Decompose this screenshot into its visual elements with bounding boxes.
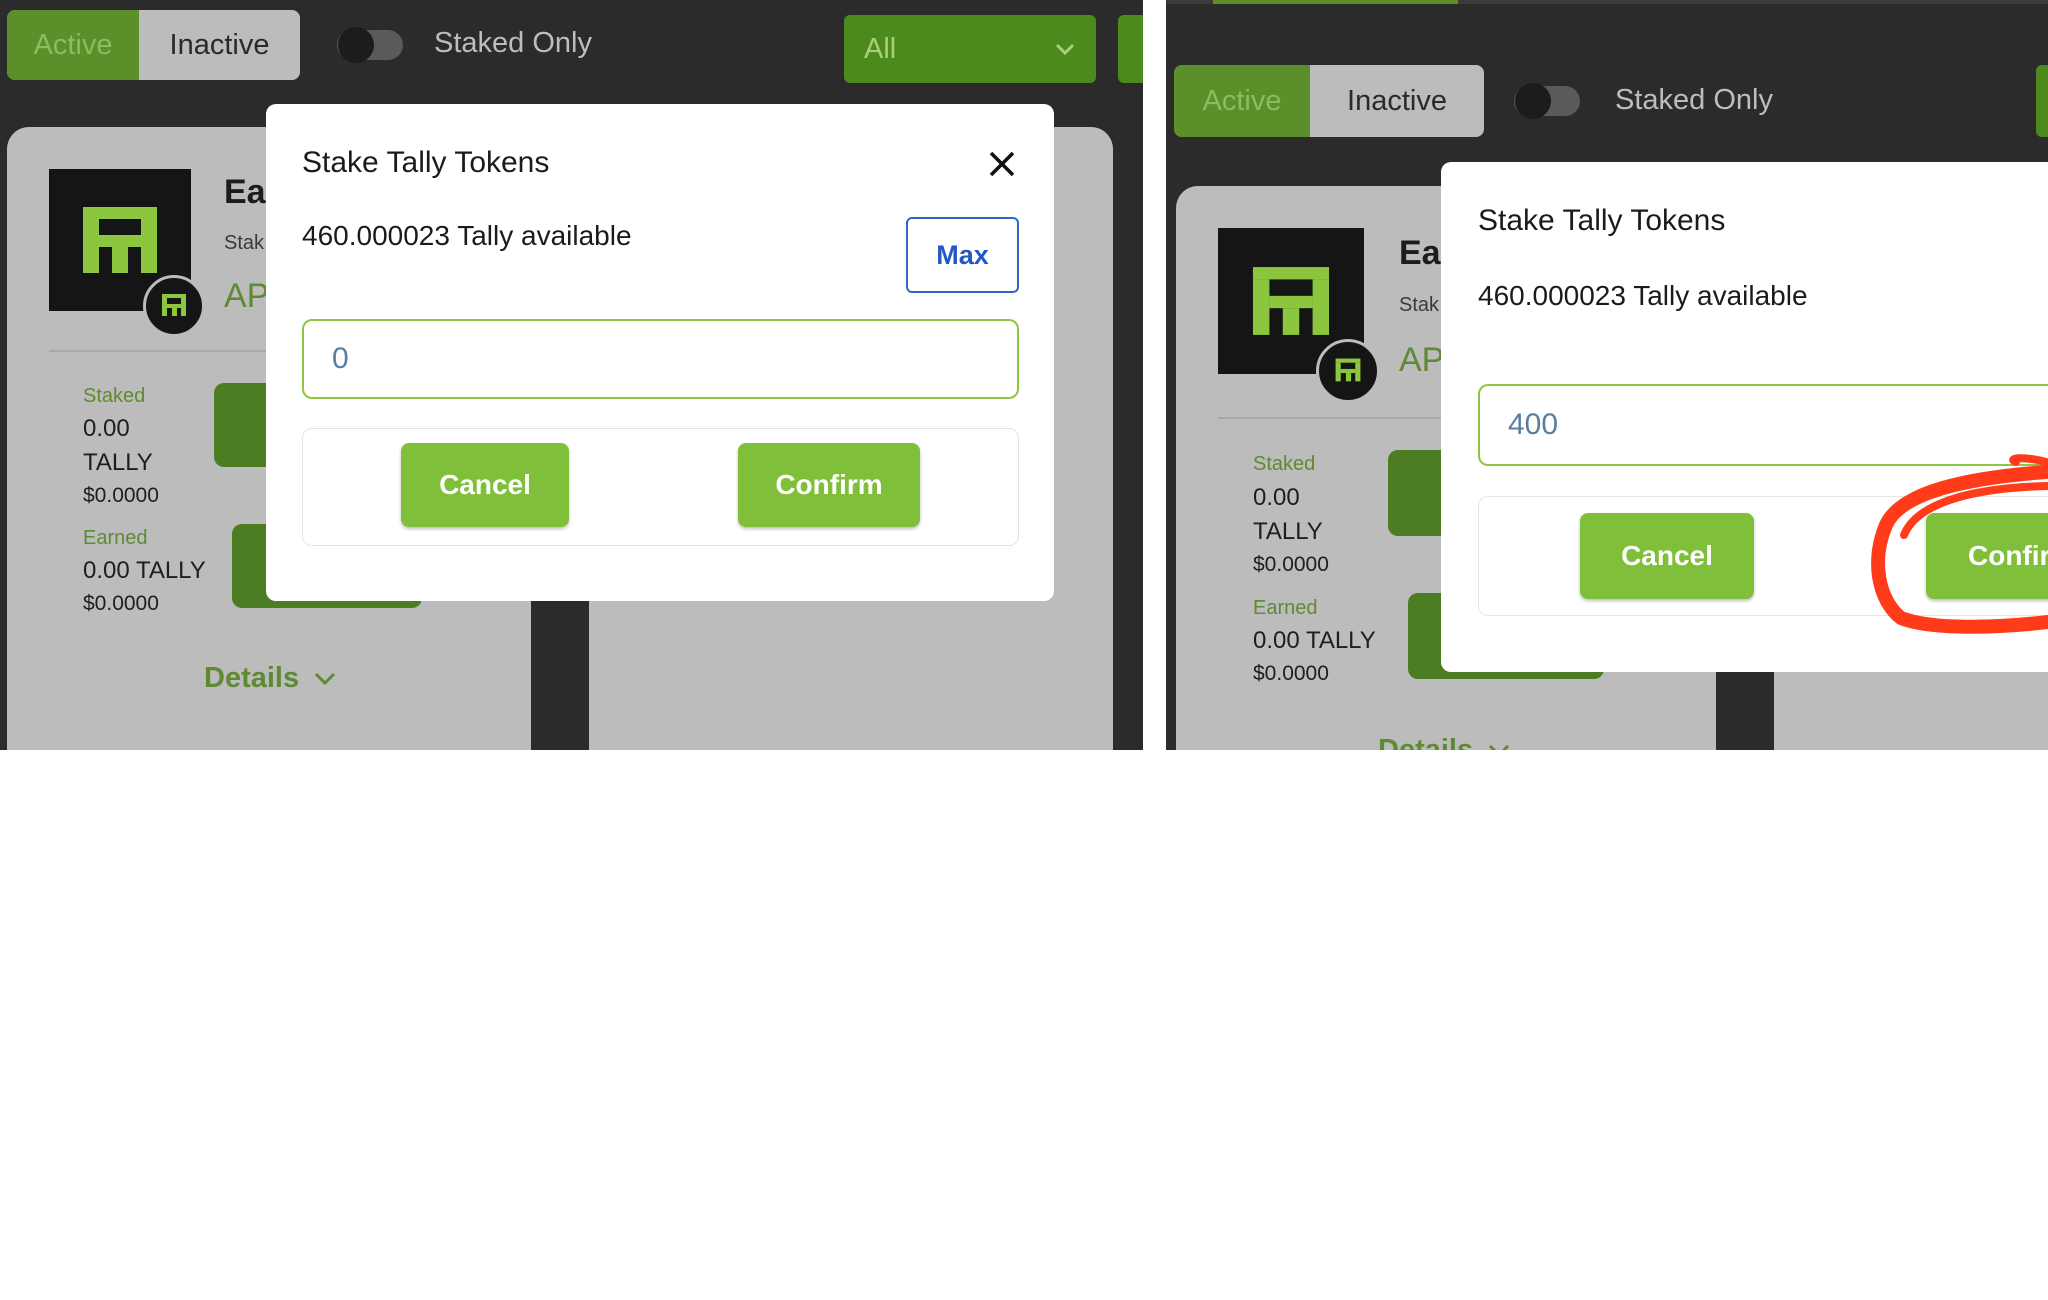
confirm-button[interactable]: Confirm bbox=[738, 443, 920, 527]
token-badge bbox=[143, 275, 205, 337]
earned-label: Earned bbox=[83, 527, 148, 549]
stake-amount-input[interactable]: 0 bbox=[302, 319, 1019, 399]
partial-button[interactable] bbox=[1118, 15, 1143, 83]
screenshot-after: Active Inactive Staked Only Ear Stak AP … bbox=[1166, 0, 2048, 750]
max-button[interactable]: Max bbox=[906, 217, 1019, 293]
toggle-knob bbox=[338, 27, 374, 63]
stake-modal: Stake Tally Tokens 460.000023 Tally avai… bbox=[266, 104, 1054, 601]
screenshot-before: Active Inactive Staked Only All Ear Stak… bbox=[0, 0, 1143, 750]
details-label: Details bbox=[204, 662, 300, 694]
staked-only-toggle[interactable] bbox=[337, 27, 403, 63]
red-annotation-circle bbox=[1871, 454, 2048, 634]
pool-subtitle: Stak bbox=[224, 232, 265, 254]
filter-select-value: All bbox=[864, 33, 897, 65]
apr-label: AP bbox=[224, 277, 270, 315]
status-tabs: Active Inactive bbox=[7, 10, 300, 80]
staked-label: Staked bbox=[83, 385, 146, 407]
modal-actions: Cancel Confirm bbox=[302, 428, 1019, 546]
staked-only-label: Staked Only bbox=[434, 27, 592, 59]
earned-value: 0.00 TALLY bbox=[83, 557, 206, 584]
staked-usd: $0.0000 bbox=[83, 484, 159, 507]
available-balance: 460.000023 Tally available bbox=[302, 220, 632, 251]
close-icon[interactable] bbox=[988, 150, 1016, 178]
staked-unit: TALLY bbox=[83, 449, 153, 476]
details-toggle[interactable]: Details bbox=[204, 662, 337, 695]
tab-active[interactable]: Active bbox=[7, 10, 139, 80]
cancel-button[interactable]: Cancel bbox=[401, 443, 569, 527]
chevron-down-icon bbox=[1055, 43, 1075, 56]
chevron-down-icon bbox=[315, 672, 336, 686]
earned-usd: $0.0000 bbox=[83, 592, 159, 615]
modal-title: Stake Tally Tokens bbox=[302, 146, 550, 179]
tally-badge-icon bbox=[162, 294, 186, 316]
staked-value: 0.00 bbox=[83, 415, 130, 442]
filter-select[interactable]: All bbox=[844, 15, 1096, 83]
tab-inactive[interactable]: Inactive bbox=[139, 10, 300, 80]
